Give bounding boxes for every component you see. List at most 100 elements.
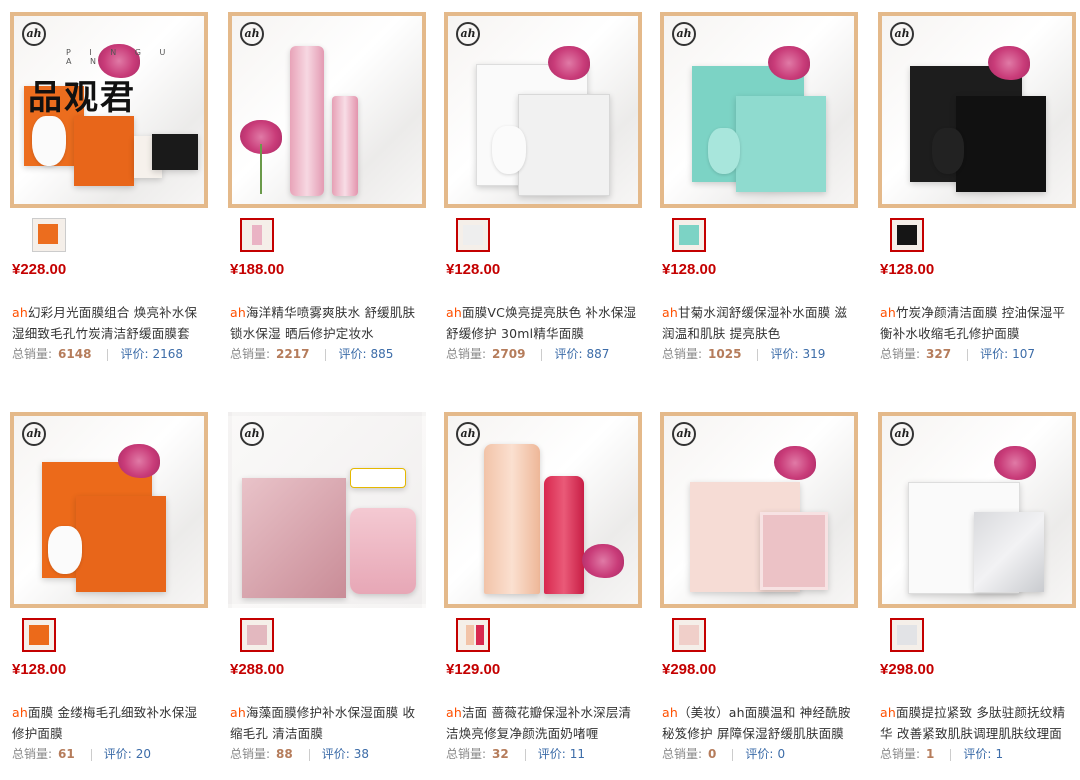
product-stats: 总销量: 2709 评价: 887	[446, 345, 646, 362]
sales-label: 总销量:	[446, 347, 487, 361]
review-count[interactable]: 20	[136, 747, 151, 761]
review-label: 评价:	[963, 747, 992, 761]
product-title-text: 海藻面膜修护补水保湿面膜 收缩毛孔 清洁面膜	[230, 705, 416, 741]
product-card[interactable]: ah P I N G U A N 品观君 ¥228.00 ah幻彩月光面膜组合 …	[0, 0, 210, 380]
sales-count: 61	[58, 747, 75, 761]
product-stats: 总销量: 1025 评价: 319	[662, 345, 862, 362]
product-stats: 总销量: 6148 评价: 2168	[12, 345, 212, 362]
product-thumbnail[interactable]	[240, 618, 274, 652]
product-card[interactable]: ah ¥298.00 ah（美妆）ah面膜温和 神经酰胺秘笈修护 屏障保湿舒缓肌…	[650, 400, 860, 780]
divider	[524, 748, 526, 761]
divider	[757, 348, 759, 361]
sales-label: 总销量:	[662, 747, 703, 761]
product-price: ¥128.00	[12, 661, 67, 678]
product-card[interactable]: ah ¥128.00 ah面膜VC焕亮提亮肤色 补水保湿舒缓修护 30ml精华面…	[434, 0, 644, 380]
sales-label: 总销量:	[880, 347, 921, 361]
product-thumbnail[interactable]	[22, 618, 56, 652]
review-count[interactable]: 1	[995, 747, 1003, 761]
product-card[interactable]: ah ¥288.00 ah海藻面膜修护补水保湿面膜 收缩毛孔 清洁面膜 总销量:…	[218, 400, 428, 780]
review-count[interactable]: 38	[354, 747, 369, 761]
brand-name: ah	[12, 705, 28, 720]
watermark: P I N G U A N 品观君	[28, 48, 188, 118]
divider	[541, 348, 543, 361]
review-label: 评价:	[103, 747, 132, 761]
sales-count: 1025	[708, 347, 742, 361]
product-title[interactable]: ah海洋精华喷雾爽肤水 舒缓肌肤锁水保湿 晒后修护定妆水	[230, 302, 426, 344]
product-grid: ah P I N G U A N 品观君 ¥228.00 ah幻彩月光面膜组合 …	[0, 0, 1080, 772]
product-title-text: 海洋精华喷雾爽肤水 舒缓肌肤锁水保湿 晒后修护定妆水	[230, 305, 416, 341]
review-label: 评价:	[745, 747, 774, 761]
product-card[interactable]: ah ¥128.00 ah竹炭净颜清洁面膜 控油保湿平衡补水收缩毛孔修护面膜 总…	[868, 0, 1078, 380]
sales-count: 2709	[492, 347, 526, 361]
review-label: 评价:	[537, 747, 566, 761]
product-title[interactable]: ah竹炭净颜清洁面膜 控油保湿平衡补水收缩毛孔修护面膜	[880, 302, 1076, 344]
divider	[107, 348, 109, 361]
divider	[732, 748, 734, 761]
product-title-text: 面膜VC焕亮提亮肤色 补水保湿舒缓修护 30ml精华面膜	[446, 305, 637, 341]
product-card[interactable]: ah ¥188.00 ah海洋精华喷雾爽肤水 舒缓肌肤锁水保湿 晒后修护定妆水 …	[218, 0, 428, 380]
product-card[interactable]: ah ¥298.00 ah面膜提拉紧致 多肽驻颜抚纹精华 改善紧致肌肤调理肌肤纹…	[868, 400, 1078, 780]
watermark-subtitle: P I N G U A N	[66, 48, 174, 66]
review-count[interactable]: 887	[587, 347, 610, 361]
product-title-text: 甘菊水润舒缓保湿补水面膜 滋润温和肌肤 提亮肤色	[662, 305, 848, 341]
product-title[interactable]: ah洁面 蔷薇花瓣保湿补水深层清洁焕亮修复净颜洗面奶啫喱	[446, 702, 642, 744]
brand-name: ah	[446, 305, 462, 320]
review-count[interactable]: 0	[777, 747, 785, 761]
product-title[interactable]: ah（美妆）ah面膜温和 神经酰胺秘笈修护 屏障保湿舒缓肌肤面膜	[662, 702, 858, 744]
product-price: ¥128.00	[880, 261, 935, 278]
product-stats: 总销量: 0 评价: 0	[662, 745, 862, 762]
product-card[interactable]: ah ¥128.00 ah面膜 金缕梅毛孔细致补水保湿修护面膜 总销量: 61 评价…	[0, 400, 210, 780]
review-label: 评价:	[770, 347, 799, 361]
sales-label: 总销量:	[662, 347, 703, 361]
watermark-text: 品观君	[28, 78, 136, 118]
review-label: 评价:	[980, 347, 1009, 361]
sales-label: 总销量:	[446, 747, 487, 761]
product-thumbnail[interactable]	[456, 218, 490, 252]
product-price: ¥128.00	[446, 261, 501, 278]
product-title[interactable]: ah面膜 金缕梅毛孔细致补水保湿修护面膜	[12, 702, 208, 744]
product-title[interactable]: ah海藻面膜修护补水保湿面膜 收缩毛孔 清洁面膜	[230, 702, 426, 744]
review-label: 评价:	[321, 747, 350, 761]
sales-count: 327	[926, 347, 952, 361]
divider	[308, 748, 310, 761]
brand-name: ah	[880, 705, 896, 720]
review-count[interactable]: 2168	[153, 347, 184, 361]
product-thumbnail[interactable]	[32, 218, 66, 252]
sales-label: 总销量:	[880, 747, 921, 761]
product-title[interactable]: ah甘菊水润舒缓保湿补水面膜 滋润温和肌肤 提亮肤色	[662, 302, 858, 344]
ah-logo-icon: ah	[456, 22, 480, 46]
review-label: 评价:	[338, 347, 367, 361]
product-thumbnail[interactable]	[672, 618, 706, 652]
sales-count: 1	[926, 747, 935, 761]
product-price: ¥188.00	[230, 261, 285, 278]
product-price: ¥298.00	[880, 661, 935, 678]
product-card[interactable]: ah ¥128.00 ah甘菊水润舒缓保湿补水面膜 滋润温和肌肤 提亮肤色 总销…	[650, 0, 860, 380]
product-thumbnail[interactable]	[672, 218, 706, 252]
product-stats: 总销量: 2217 评价: 885	[230, 345, 430, 362]
review-label: 评价:	[554, 347, 583, 361]
ah-logo-icon: ah	[240, 22, 264, 46]
product-title[interactable]: ah幻彩月光面膜组合 焕亮补水保湿细致毛孔竹炭清洁舒缓面膜套	[12, 302, 208, 344]
product-price: ¥128.00	[662, 261, 717, 278]
divider	[967, 348, 969, 361]
ah-logo-icon: ah	[672, 22, 696, 46]
product-title[interactable]: ah面膜提拉紧致 多肽驻颜抚纹精华 改善紧致肌肤调理肌肤纹理面	[880, 702, 1076, 744]
review-count[interactable]: 107	[1012, 347, 1035, 361]
product-stats: 总销量: 1 评价: 1	[880, 745, 1080, 762]
brand-name: ah	[880, 305, 896, 320]
product-title[interactable]: ah面膜VC焕亮提亮肤色 补水保湿舒缓修护 30ml精华面膜	[446, 302, 642, 344]
review-count[interactable]: 885	[371, 347, 394, 361]
brand-name: ah	[230, 305, 246, 320]
sales-label: 总销量:	[230, 347, 271, 361]
product-thumbnail[interactable]	[890, 618, 924, 652]
ah-logo-icon: ah	[22, 22, 46, 46]
product-thumbnail[interactable]	[456, 618, 490, 652]
review-count[interactable]: 11	[570, 747, 585, 761]
product-title-text: 面膜 金缕梅毛孔细致补水保湿修护面膜	[12, 705, 198, 741]
sales-count: 2217	[276, 347, 310, 361]
product-card[interactable]: ah ¥129.00 ah洁面 蔷薇花瓣保湿补水深层清洁焕亮修复净颜洗面奶啫喱 …	[434, 400, 644, 780]
brand-name: ah	[12, 305, 28, 320]
product-thumbnail[interactable]	[240, 218, 274, 252]
product-thumbnail[interactable]	[890, 218, 924, 252]
review-count[interactable]: 319	[803, 347, 826, 361]
